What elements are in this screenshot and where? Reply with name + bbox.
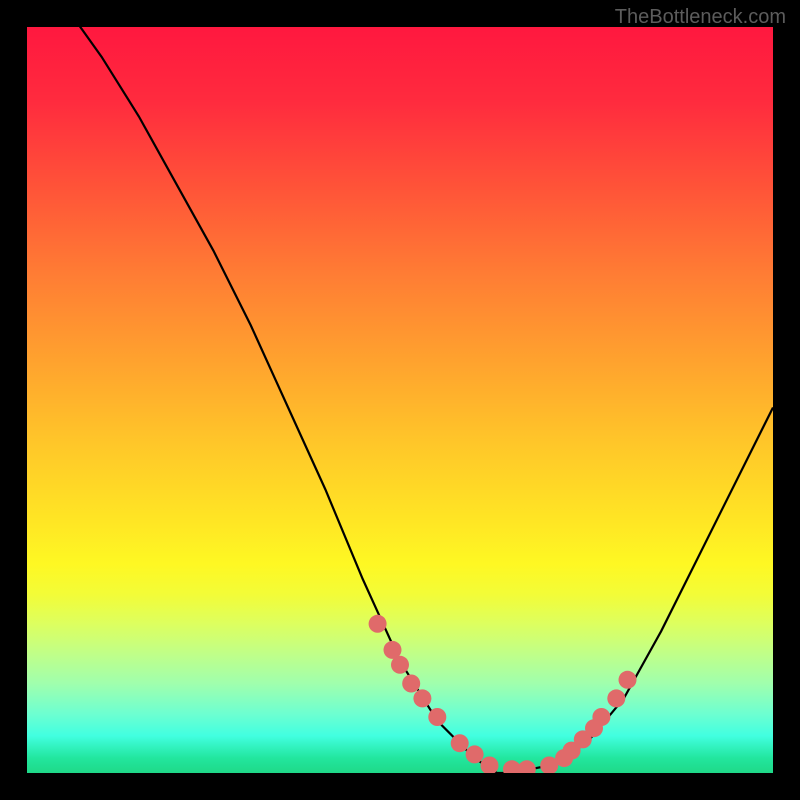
plot-area (27, 27, 773, 773)
marker-point (607, 689, 625, 707)
marker-point (451, 734, 469, 752)
curve-svg (27, 27, 773, 773)
marker-point (402, 675, 420, 693)
marker-point (481, 757, 499, 774)
marker-point (592, 708, 610, 726)
marker-point (428, 708, 446, 726)
chart-container: TheBottleneck.com (0, 0, 800, 800)
marker-group (369, 615, 637, 773)
marker-point (518, 760, 536, 773)
marker-point (619, 671, 637, 689)
marker-point (369, 615, 387, 633)
marker-point (391, 656, 409, 674)
marker-point (413, 689, 431, 707)
marker-point (466, 745, 484, 763)
watermark-text: TheBottleneck.com (615, 6, 786, 29)
